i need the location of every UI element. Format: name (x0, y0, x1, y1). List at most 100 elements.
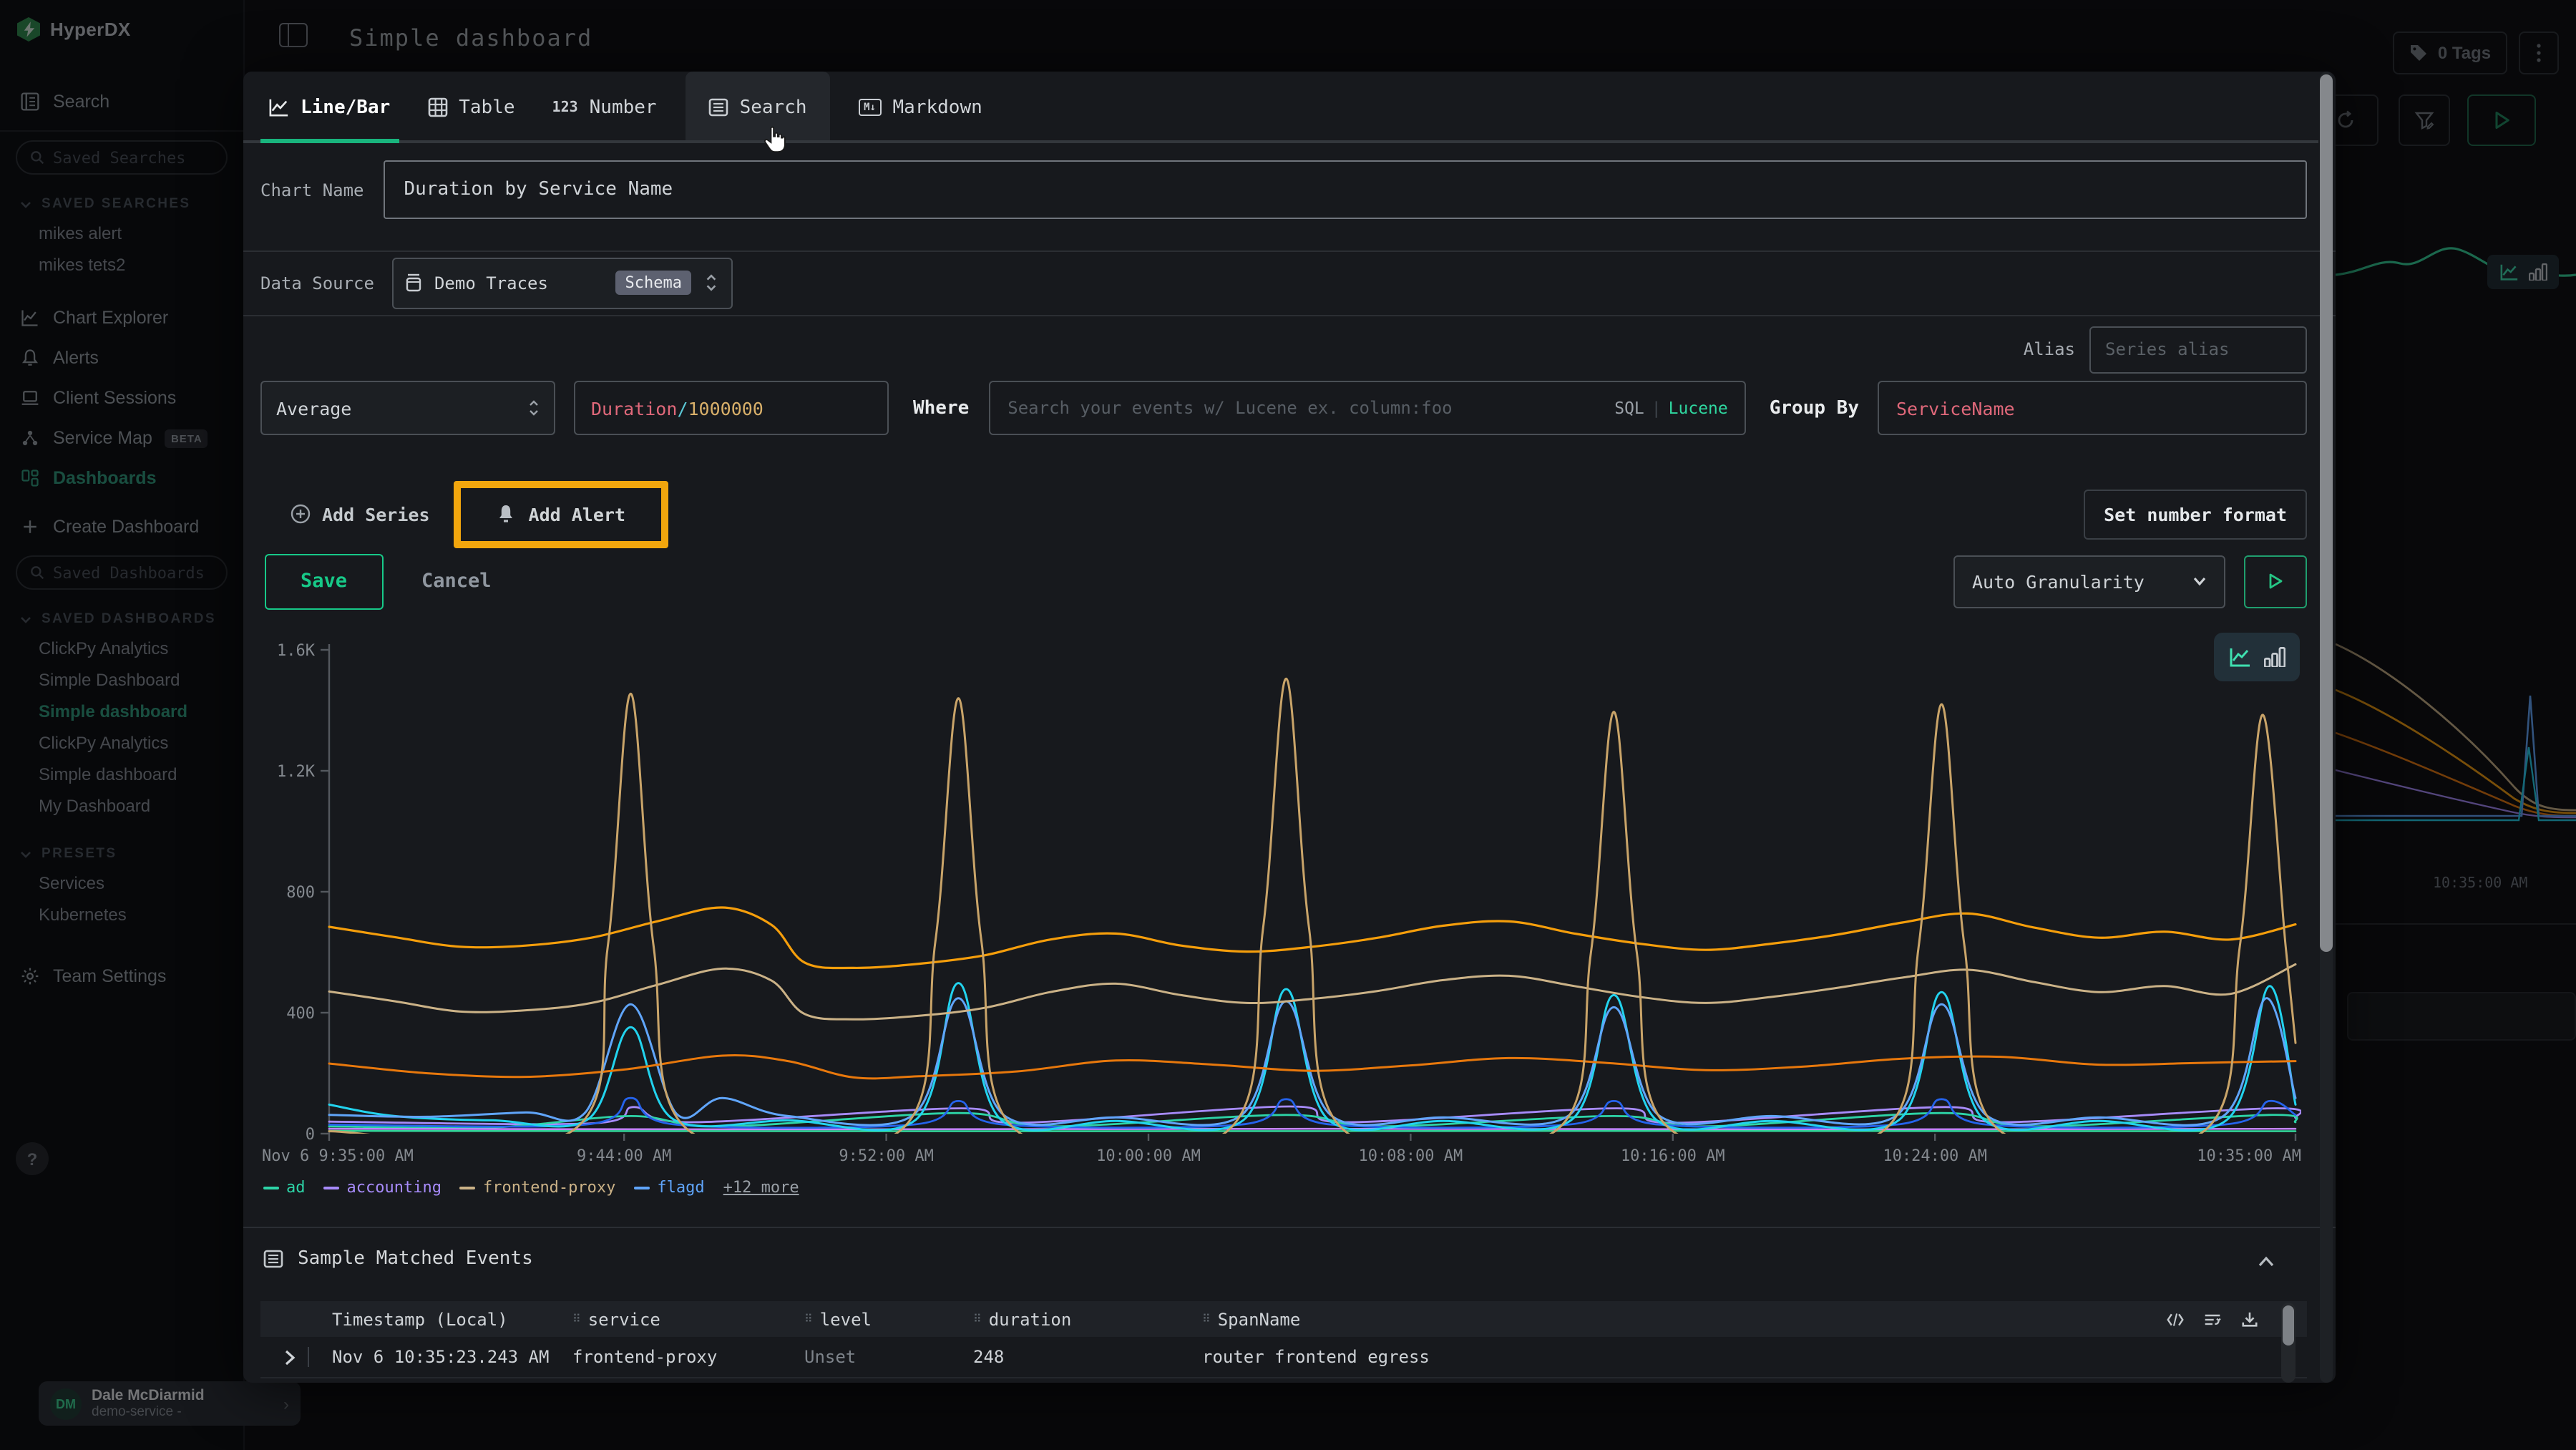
timeseries-chart[interactable]: 0 400 800 1.2K 1.6K Nov 6 9:35:00 AM 9:44:00 A… (260, 638, 2307, 1162)
markdown-icon: M↓ (859, 99, 882, 116)
svg-text:1.6K: 1.6K (277, 642, 316, 660)
legend-swatch (263, 1186, 279, 1189)
events-table-body: Nov 6 10:35:23.243 AMfrontend-proxyUnset… (260, 1337, 2307, 1383)
data-source-select[interactable]: Demo Traces Schema (393, 257, 733, 308)
svg-text:Nov 6 9:35:00 AM: Nov 6 9:35:00 AM (262, 1147, 414, 1165)
save-button[interactable]: Save (265, 553, 383, 609)
series-editor-row: Average Duration/1000000 Where Search yo… (260, 381, 2307, 435)
data-source-label: Data Source (260, 273, 374, 293)
series-line-flagd (329, 998, 2296, 1126)
group-by-input[interactable]: ServiceName (1878, 381, 2307, 435)
tab-search[interactable]: Search (686, 72, 830, 143)
save-row: Save Cancel Auto Granularity (260, 550, 2307, 613)
schema-badge: Schema (615, 271, 692, 295)
modal-scrollbar-thumb[interactable] (2320, 74, 2333, 952)
cell-timestamp: Nov 6 10:35:23.243 AM (332, 1347, 572, 1367)
download-icon[interactable] (2241, 1310, 2258, 1328)
svg-text:400: 400 (286, 1005, 315, 1023)
legend-label: accounting (347, 1178, 441, 1197)
group-by-label: Group By (1770, 397, 1859, 419)
svg-text:10:08:00 AM: 10:08:00 AM (1359, 1147, 1463, 1165)
add-alert-button-highlighted[interactable]: Add Alert (454, 480, 668, 548)
tab-markdown[interactable]: M↓ Markdown (850, 72, 991, 143)
sample-events-header: Sample Matched Events (263, 1248, 533, 1270)
column-header-duration[interactable]: ⠿duration (973, 1309, 1202, 1329)
column-settings-icon[interactable] (2204, 1310, 2221, 1328)
series-alias-input[interactable] (2089, 326, 2307, 373)
chart-name-row: Chart Name (260, 157, 2307, 222)
divider (243, 315, 2336, 316)
sample-events-title: Sample Matched Events (298, 1248, 533, 1270)
chart-legend: ad accounting frontend-proxy flagd +12 more (263, 1178, 799, 1197)
column-header-timestamp-local-[interactable]: Timestamp (Local) (332, 1309, 572, 1329)
legend-label: frontend-proxy (483, 1178, 615, 1197)
svg-text:9:44:00 AM: 9:44:00 AM (577, 1147, 671, 1165)
drag-handle-icon[interactable]: ⠿ (572, 1313, 580, 1325)
search-list-icon (708, 97, 728, 117)
legend-label: ad (286, 1178, 306, 1197)
query-language-toggle[interactable]: SQL|Lucene (1614, 398, 1728, 418)
play-icon (2267, 573, 2284, 590)
circle-plus-icon (291, 504, 311, 524)
svg-text:10:16:00 AM: 10:16:00 AM (1621, 1147, 1725, 1165)
chart-name-input[interactable] (384, 160, 2308, 219)
svg-text:10:35:00 AM: 10:35:00 AM (2197, 1147, 2301, 1165)
chart-display-toggle[interactable] (2214, 633, 2300, 681)
svg-text:800: 800 (286, 884, 315, 902)
bell-icon (497, 504, 516, 524)
svg-text:0: 0 (306, 1126, 315, 1144)
legend-item-accounting[interactable]: accounting (324, 1178, 441, 1197)
add-series-button[interactable]: Add Series (291, 503, 430, 525)
select-chevrons-icon (703, 273, 721, 292)
chart-edit-modal: Line/Bar Table 123 Number Search M↓ Mark… (243, 72, 2336, 1383)
legend-item-frontend-proxy[interactable]: frontend-proxy (460, 1178, 615, 1197)
svg-text:10:24:00 AM: 10:24:00 AM (1883, 1147, 1987, 1165)
cell-service: frontend-proxy (572, 1347, 804, 1367)
cell-span_name: router frontend egress (1202, 1347, 2307, 1367)
collapse-section-button[interactable] (2257, 1252, 2275, 1271)
code-icon[interactable] (2167, 1310, 2184, 1328)
tab-line-bar[interactable]: Line/Bar (260, 72, 399, 143)
series-actions-row: Add Series Add Alert Set number format (260, 477, 2307, 551)
table-header-icons (2167, 1301, 2258, 1337)
line-chart-icon (2229, 647, 2250, 667)
granularity-select[interactable]: Auto Granularity (1953, 555, 2225, 608)
data-source-value: Demo Traces (434, 273, 548, 293)
tab-table[interactable]: Table (419, 72, 523, 143)
svg-text:10:00:00 AM: 10:00:00 AM (1096, 1147, 1201, 1165)
where-search-input[interactable]: Search your events w/ Lucene ex. column:… (989, 381, 1746, 435)
svg-text:1.2K: 1.2K (277, 763, 316, 781)
legend-item-flagd[interactable]: flagd (634, 1178, 704, 1197)
tab-number[interactable]: 123 Number (544, 72, 665, 143)
divider (243, 1227, 2336, 1228)
column-header-service[interactable]: ⠿service (572, 1309, 804, 1329)
drag-handle-icon[interactable]: ⠿ (1202, 1313, 1209, 1325)
cell-duration: 248 (973, 1347, 1202, 1367)
expand-row-icon[interactable] (283, 1349, 296, 1365)
set-number-format-button[interactable]: Set number format (2084, 489, 2307, 539)
divider (243, 250, 2336, 252)
cell-level: Unset (804, 1347, 973, 1367)
legend-swatch (634, 1186, 650, 1189)
legend-more-link[interactable]: +12 more (723, 1178, 799, 1197)
table-row[interactable]: Nov 6 10:35:23.243 AMfrontend-proxyUnset… (260, 1378, 2307, 1383)
events-table-header: Timestamp (Local)⠿service⠿level⠿duration… (260, 1301, 2307, 1337)
number-123-icon: 123 (552, 99, 578, 115)
aggregation-select[interactable]: Average (260, 381, 555, 435)
field-expression-input[interactable]: Duration/1000000 (574, 381, 889, 435)
column-header-spanname[interactable]: ⠿SpanName (1202, 1309, 2307, 1329)
chevron-down-icon (2192, 574, 2207, 588)
database-icon (406, 273, 423, 292)
table-icon (427, 97, 447, 117)
run-chart-button[interactable] (2244, 555, 2307, 608)
table-row[interactable]: Nov 6 10:35:23.243 AMfrontend-proxyUnset… (260, 1337, 2307, 1378)
drag-handle-icon[interactable]: ⠿ (973, 1313, 980, 1325)
cancel-button[interactable]: Cancel (421, 570, 492, 593)
drag-handle-icon[interactable]: ⠿ (804, 1313, 811, 1325)
legend-item-ad[interactable]: ad (263, 1178, 306, 1197)
alias-row: Alias (2024, 325, 2307, 374)
table-scrollbar[interactable] (2281, 1303, 2296, 1383)
series-line-unnamed-7 (329, 678, 2296, 1156)
where-placeholder: Search your events w/ Lucene ex. column:… (1008, 398, 1606, 418)
column-header-level[interactable]: ⠿level (804, 1309, 973, 1329)
